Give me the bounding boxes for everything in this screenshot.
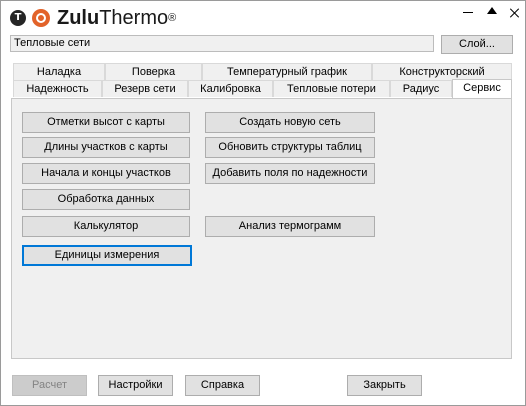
tab-network-reserve[interactable]: Резерв сети	[102, 80, 188, 97]
zulu-logo-icon	[32, 9, 50, 27]
tab-naladka[interactable]: Наладка	[13, 63, 105, 80]
units-button[interactable]: Единицы измерения	[22, 245, 192, 266]
tab-radius[interactable]: Радиус	[390, 80, 452, 97]
tab-calibration[interactable]: Калибровка	[188, 80, 273, 97]
calculate-button[interactable]: Расчет	[12, 375, 87, 396]
create-network-button[interactable]: Создать новую сеть	[205, 112, 375, 133]
tab-reliability[interactable]: Надежность	[13, 80, 102, 97]
app-title-part-b: Thermo	[99, 7, 169, 29]
map-elevations-button[interactable]: Отметки высот с карты	[22, 112, 190, 133]
minimize-icon[interactable]	[460, 5, 476, 21]
close-icon[interactable]	[506, 5, 522, 21]
maximize-icon[interactable]	[483, 5, 499, 21]
settings-button[interactable]: Настройки	[98, 375, 173, 396]
app-title: ZuluThermo®	[57, 7, 176, 29]
tab-temperature-schedule[interactable]: Температурный график	[202, 63, 372, 80]
tab-service[interactable]: Сервис	[452, 79, 512, 98]
tab-constructor[interactable]: Конструкторский	[372, 63, 512, 80]
calculator-button[interactable]: Калькулятор	[22, 216, 190, 237]
layer-field[interactable]: Тепловые сети	[10, 35, 434, 52]
update-tables-button[interactable]: Обновить структуры таблиц	[205, 137, 375, 158]
main-window: T ZuluThermo® Тепловые сети Слой... Нала…	[0, 0, 526, 406]
app-title-part-a: Zulu	[57, 7, 100, 29]
layer-button[interactable]: Слой...	[441, 35, 513, 54]
thermogram-analysis-button[interactable]: Анализ термограмм	[205, 216, 375, 237]
tab-heat-losses[interactable]: Тепловые потери	[273, 80, 390, 97]
section-lengths-button[interactable]: Длины участков с карты	[22, 137, 190, 158]
data-processing-button[interactable]: Обработка данных	[22, 189, 190, 210]
app-logo-icon: T	[10, 10, 26, 26]
registered-mark: ®	[168, 12, 177, 24]
title-bar: T ZuluThermo®	[1, 1, 525, 33]
close-button[interactable]: Закрыть	[347, 375, 422, 396]
add-reliability-fields-button[interactable]: Добавить поля по надежности	[205, 163, 375, 184]
tab-poverka[interactable]: Поверка	[105, 63, 202, 80]
section-ends-button[interactable]: Начала и концы участков	[22, 163, 190, 184]
help-button[interactable]: Справка	[185, 375, 260, 396]
